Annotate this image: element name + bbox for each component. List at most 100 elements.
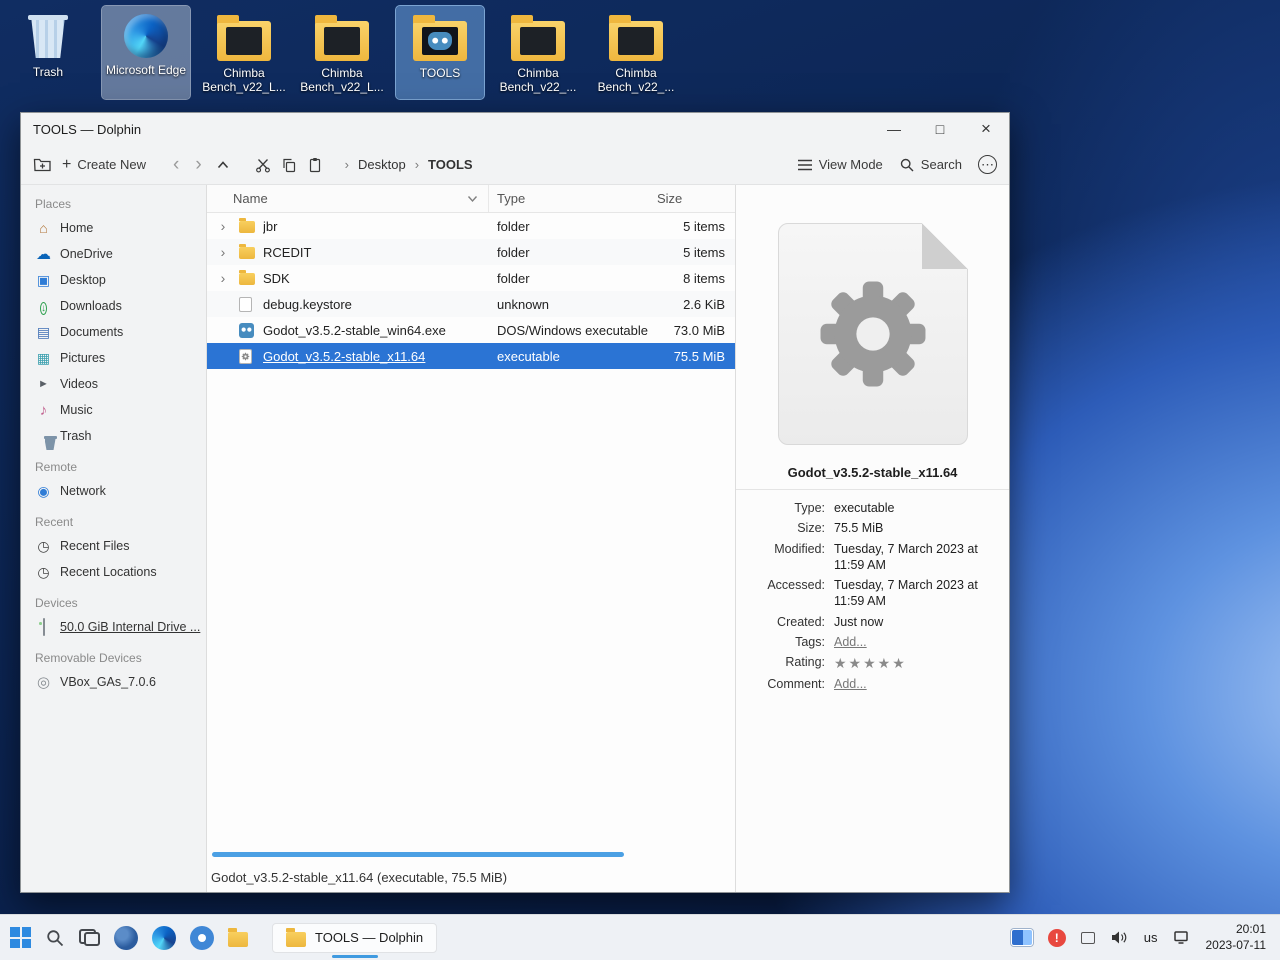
home-icon: ⌂ (39, 219, 48, 236)
information-panel: Godot_v3.5.2-stable_x11.64 Type: executa… (735, 185, 1009, 892)
tray-alert-icon[interactable]: ! (1047, 928, 1066, 947)
folder-icon (217, 15, 271, 61)
start-button[interactable] (10, 927, 31, 948)
sidebar-item-trash[interactable]: Trash (35, 423, 200, 450)
file-row-sdk[interactable]: › SDK folder 8 items (207, 265, 735, 291)
window-title: TOOLS — Dolphin (33, 121, 142, 137)
titlebar[interactable]: TOOLS — Dolphin — □ × (21, 113, 1009, 145)
horizontal-scrollbar[interactable] (207, 846, 735, 862)
disc-icon: ◎ (36, 673, 51, 691)
sidebar-item-network[interactable]: ◉ Network (35, 478, 200, 504)
keyboard-layout-indicator[interactable]: us (1144, 930, 1158, 945)
create-new-button[interactable]: + Create New (62, 156, 146, 174)
search-icon (900, 158, 914, 171)
taskbar-search-button[interactable] (45, 928, 65, 948)
paste-button[interactable] (307, 157, 323, 173)
file-row-godot-x11-selected[interactable]: Godot_v3.5.2-stable_x11.64 executable 75… (207, 343, 735, 369)
taskbar-app-settings[interactable] (190, 925, 214, 950)
desktop-icon-label: Trash (32, 65, 64, 79)
desktop-icon-chimba-3[interactable]: Chimba Bench_v22_... (494, 6, 582, 99)
section-title-places: Places (35, 197, 72, 211)
desktop-icon-edge[interactable]: Microsoft Edge (101, 5, 191, 100)
sidebar-item-pictures[interactable]: ▦ Pictures (35, 345, 200, 371)
document-icon: ▤ (36, 323, 51, 340)
cut-button[interactable] (255, 157, 271, 173)
close-button[interactable]: × (963, 113, 1009, 145)
desktop-icon-grid: Trash Microsoft Edge Chimba Bench_v22_L.… (4, 5, 680, 100)
add-tags-link[interactable]: Add... (834, 634, 999, 650)
minimize-button[interactable]: — (871, 113, 917, 145)
breadcrumb-item-desktop[interactable]: Desktop (358, 157, 406, 172)
desktop-icon-chimba-4[interactable]: Chimba Bench_v22_... (592, 6, 680, 99)
desktop-icon-label: Chimba Bench_v22_L... (300, 66, 384, 95)
add-comment-link[interactable]: Add... (834, 676, 999, 692)
file-row-godot-win64[interactable]: Godot_v3.5.2-stable_win64.exe DOS/Window… (207, 317, 735, 343)
detail-row-modified: Modified: Tuesday, 7 March 2023 at 11:59… (774, 541, 978, 572)
network-icon[interactable] (1173, 930, 1191, 945)
taskbar-clock[interactable]: 20:01 2023-07-11 (1206, 922, 1267, 953)
sidebar-item-home[interactable]: ⌂ Home (35, 215, 200, 241)
desktop-icon-chimba-2[interactable]: Chimba Bench_v22_L... (298, 6, 386, 99)
tray-window-icon[interactable] (1010, 929, 1033, 946)
column-header-type[interactable]: Type (489, 191, 655, 206)
up-button[interactable] (215, 158, 231, 172)
sidebar-item-vbox[interactable]: ◎ VBox_GAs_7.0.6 (35, 669, 200, 695)
sidebar-item-internal-drive[interactable]: 50.0 GiB Internal Drive ... (35, 614, 200, 640)
taskbar-app-chat[interactable] (114, 925, 138, 950)
file-icon (239, 296, 252, 312)
file-row-debug-keystore[interactable]: debug.keystore unknown 2.6 KiB (207, 291, 735, 317)
detail-row-size: Size: 75.5 MiB (797, 521, 884, 536)
scrollbar-thumb[interactable] (212, 851, 624, 857)
desktop-icon-chimba-1[interactable]: Chimba Bench_v22_L... (200, 6, 288, 99)
scissors-icon (255, 158, 270, 173)
taskbar: TOOLS — Dolphin ! us 20:01 2023-07-11 (0, 914, 1280, 960)
sidebar-item-recent-locations[interactable]: ◷ Recent Locations (35, 559, 200, 585)
overflow-menu-button[interactable]: ⋯ (978, 155, 997, 174)
statusbar: Godot_v3.5.2-stable_x11.64 (executable, … (207, 862, 735, 892)
column-header-size[interactable]: Size (655, 191, 735, 206)
back-button[interactable]: ‹ (170, 155, 182, 174)
breadcrumb-item-tools[interactable]: TOOLS (428, 157, 473, 172)
chevron-right-icon: › (344, 157, 349, 172)
expander-icon[interactable]: › (207, 218, 239, 234)
sidebar-item-downloads[interactable]: ↓ Downloads (35, 293, 200, 319)
download-icon: ↓ (40, 301, 47, 315)
sidebar-item-onedrive[interactable]: ☁ OneDrive (35, 241, 200, 267)
volume-icon[interactable] (1110, 930, 1129, 945)
file-row-rcedit[interactable]: › RCEDIT folder 5 items (207, 239, 735, 265)
detail-row-tags: Tags: Add... (746, 634, 999, 650)
sidebar-item-videos[interactable]: ► Videos (35, 371, 200, 397)
sidebar-item-music[interactable]: ♪ Music (35, 397, 200, 423)
clock-icon: ◷ (37, 563, 50, 580)
copy-button[interactable] (281, 157, 297, 173)
new-folder-button[interactable] (33, 156, 52, 173)
task-view-button[interactable] (79, 929, 100, 946)
detail-row-comment: Comment: Add... (746, 676, 999, 692)
search-button[interactable]: Search (899, 157, 962, 173)
rating-stars[interactable]: ★★★★★ (834, 654, 999, 672)
network-icon: ◉ (37, 482, 50, 499)
desktop-icon-tools[interactable]: TOOLS (395, 5, 485, 100)
sidebar-item-desktop[interactable]: ▣ Desktop (35, 267, 200, 293)
maximize-button[interactable]: □ (917, 113, 963, 145)
taskbar-app-edge[interactable] (152, 925, 176, 950)
taskbar-dolphin-button[interactable]: TOOLS — Dolphin (272, 922, 438, 953)
forward-button[interactable]: › (192, 155, 204, 174)
video-icon: ► (38, 377, 49, 390)
column-header-name[interactable]: Name (207, 185, 489, 212)
desktop-icon-label: Chimba Bench_v22_... (597, 66, 675, 95)
expander-icon[interactable]: › (207, 244, 239, 260)
toolbar: + Create New ‹ › › Desktop › TOOLS View … (21, 145, 1009, 185)
taskbar-app-files[interactable] (228, 928, 248, 947)
view-mode-button[interactable]: View Mode (797, 157, 883, 172)
sidebar-item-recent-files[interactable]: ◷ Recent Files (35, 533, 200, 559)
desktop-icon-trash[interactable]: Trash (4, 6, 92, 99)
plus-icon: + (62, 155, 72, 173)
file-preview (777, 223, 968, 445)
expander-icon[interactable]: › (207, 270, 239, 286)
section-title-removable-devices: Removable Devices (35, 651, 142, 665)
detail-row-rating: Rating: ★★★★★ (746, 654, 999, 672)
file-row-jbr[interactable]: › jbr folder 5 items (207, 213, 735, 239)
sidebar-item-documents[interactable]: ▤ Documents (35, 319, 200, 345)
tray-icon[interactable] (1080, 931, 1095, 944)
